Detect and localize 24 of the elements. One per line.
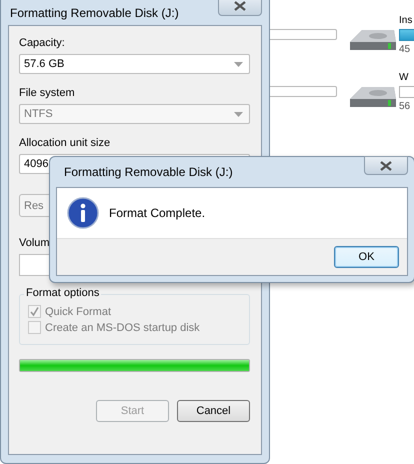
- drive-name: Ins: [399, 14, 414, 27]
- drive-size: 45: [399, 43, 412, 56]
- close-icon: [380, 160, 392, 170]
- dropdown[interactable]: 57.6 GB: [19, 54, 250, 74]
- dialog-title: Formatting Removable Disk (J:): [63, 165, 233, 179]
- caret-icon: [234, 112, 243, 116]
- ok-button[interactable]: OK: [334, 246, 399, 268]
- close-button[interactable]: [364, 156, 408, 175]
- close-icon: [234, 0, 246, 10]
- field-label: Capacity:: [19, 37, 66, 51]
- window-title: Formatting Removable Disk (J:): [9, 6, 179, 20]
- checkbox-label: Quick Format: [45, 306, 112, 318]
- drive-name: W: [399, 71, 410, 84]
- dialog-button[interactable]: Cancel: [177, 400, 250, 422]
- field-label: Volum: [19, 237, 51, 251]
- group-title: Format options: [24, 287, 102, 299]
- close-button[interactable]: [218, 0, 262, 16]
- drive-size: 56: [399, 100, 412, 113]
- field-label: File system: [19, 87, 76, 101]
- field-label: Allocation unit size: [19, 137, 112, 151]
- message-text: Format Complete.: [109, 206, 206, 220]
- checkbox-label: Create an MS-DOS startup disk: [45, 322, 200, 334]
- info-icon: [67, 197, 99, 229]
- caret-icon: [234, 62, 243, 66]
